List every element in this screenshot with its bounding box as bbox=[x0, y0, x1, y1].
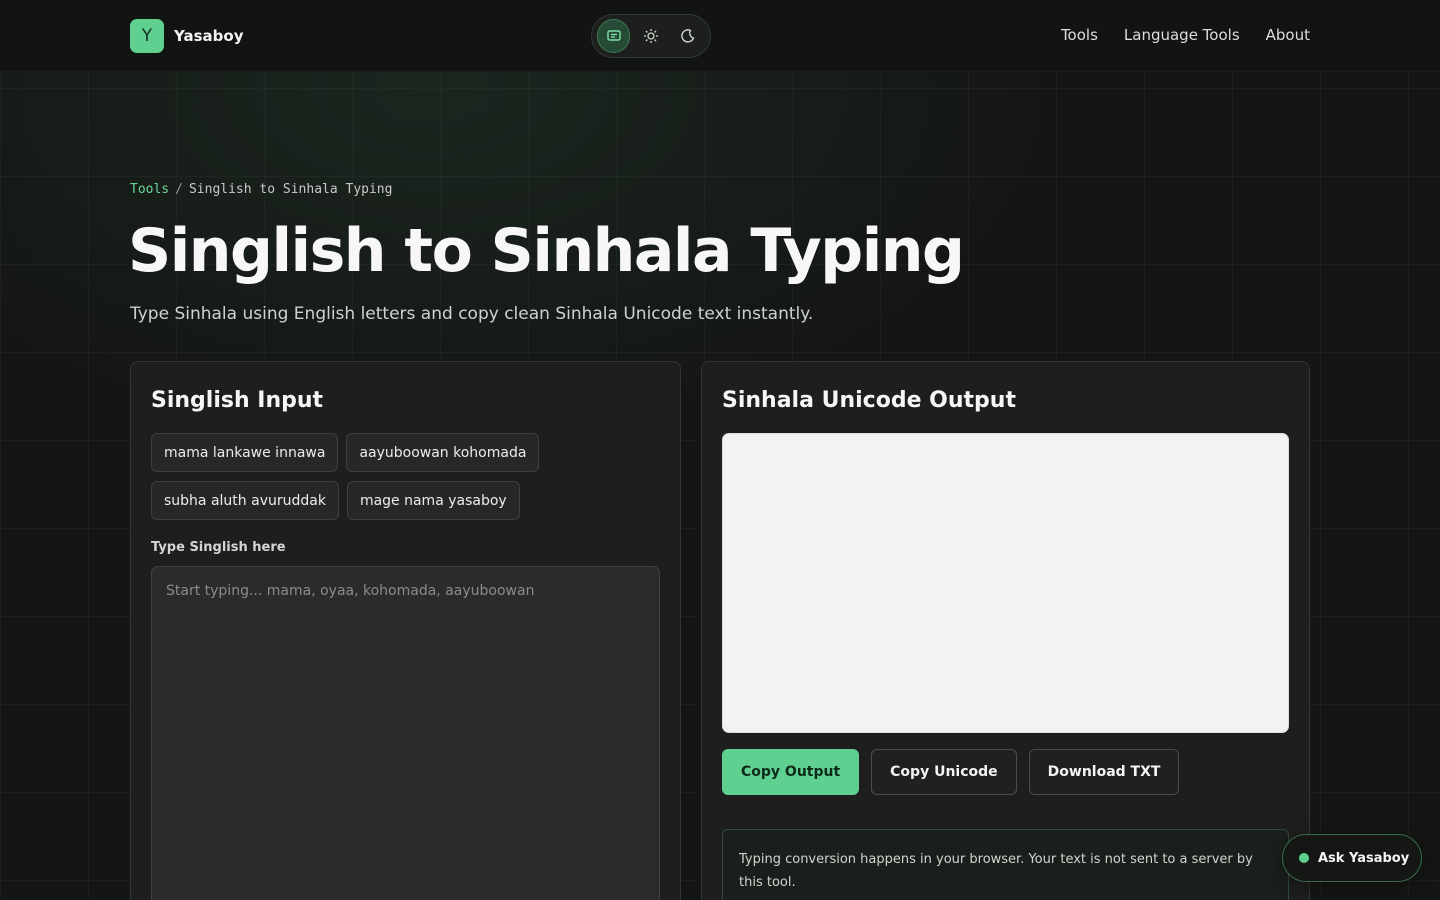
brand-link[interactable]: Y Yasaboy bbox=[130, 19, 243, 53]
theme-light-button[interactable] bbox=[634, 19, 667, 53]
singlish-field-label: Type Singlish here bbox=[151, 540, 286, 555]
input-panel-title: Singlish Input bbox=[151, 388, 324, 413]
brand-logo: Y bbox=[130, 19, 164, 53]
output-panel-title: Sinhala Unicode Output bbox=[722, 388, 1016, 413]
theme-switcher bbox=[591, 14, 711, 58]
breadcrumb-current: Singlish to Sinhala Typing bbox=[188, 182, 393, 197]
system-icon bbox=[606, 30, 621, 41]
singlish-input-panel: Singlish Input mama lankawe innawa aayub… bbox=[130, 361, 681, 900]
page-subtitle: Type Sinhala using English letters and c… bbox=[130, 304, 814, 324]
main-nav: Tools Language Tools About bbox=[1061, 26, 1310, 44]
breadcrumb: Tools / Singlish to Sinhala Typing bbox=[130, 182, 392, 197]
copy-output-button[interactable]: Copy Output bbox=[722, 749, 860, 795]
privacy-note: Typing conversion happens in your browse… bbox=[722, 829, 1289, 900]
ask-yasaboy-button[interactable]: Ask Yasaboy bbox=[1282, 834, 1422, 882]
theme-dark-button[interactable] bbox=[672, 19, 705, 53]
example-chip[interactable]: mama lankawe innawa bbox=[151, 433, 339, 472]
example-chip[interactable]: mage nama yasaboy bbox=[346, 481, 520, 520]
status-dot-icon bbox=[1299, 853, 1309, 863]
download-txt-button[interactable]: Download TXT bbox=[1028, 749, 1180, 795]
nav-language-tools[interactable]: Language Tools bbox=[1124, 26, 1240, 44]
brand-name: Yasaboy bbox=[174, 27, 244, 45]
moon-icon bbox=[681, 29, 695, 43]
ask-yasaboy-label: Ask Yasaboy bbox=[1318, 850, 1410, 866]
nav-tools[interactable]: Tools bbox=[1061, 26, 1098, 44]
output-actions: Copy Output Copy Unicode Download TXT bbox=[722, 749, 1180, 795]
page-title: Singlish to Sinhala Typing bbox=[128, 216, 965, 286]
example-chip[interactable]: subha aluth avuruddak bbox=[151, 481, 339, 520]
top-bar: Y Yasaboy Tools Language Tools About bbox=[0, 0, 1440, 72]
breadcrumb-tools-link[interactable]: Tools bbox=[130, 182, 169, 197]
example-chip[interactable]: aayuboowan kohomada bbox=[346, 433, 540, 472]
singlish-input[interactable] bbox=[151, 566, 660, 900]
sinhala-output-box[interactable] bbox=[722, 433, 1289, 733]
theme-system-button[interactable] bbox=[597, 19, 631, 53]
copy-unicode-button[interactable]: Copy Unicode bbox=[871, 749, 1017, 795]
example-chips: mama lankawe innawa aayuboowan kohomada … bbox=[151, 433, 661, 520]
sinhala-output-panel: Sinhala Unicode Output Copy Output Copy … bbox=[701, 361, 1310, 900]
nav-about[interactable]: About bbox=[1266, 26, 1310, 44]
sun-icon bbox=[644, 29, 659, 43]
breadcrumb-separator: / bbox=[175, 182, 183, 197]
